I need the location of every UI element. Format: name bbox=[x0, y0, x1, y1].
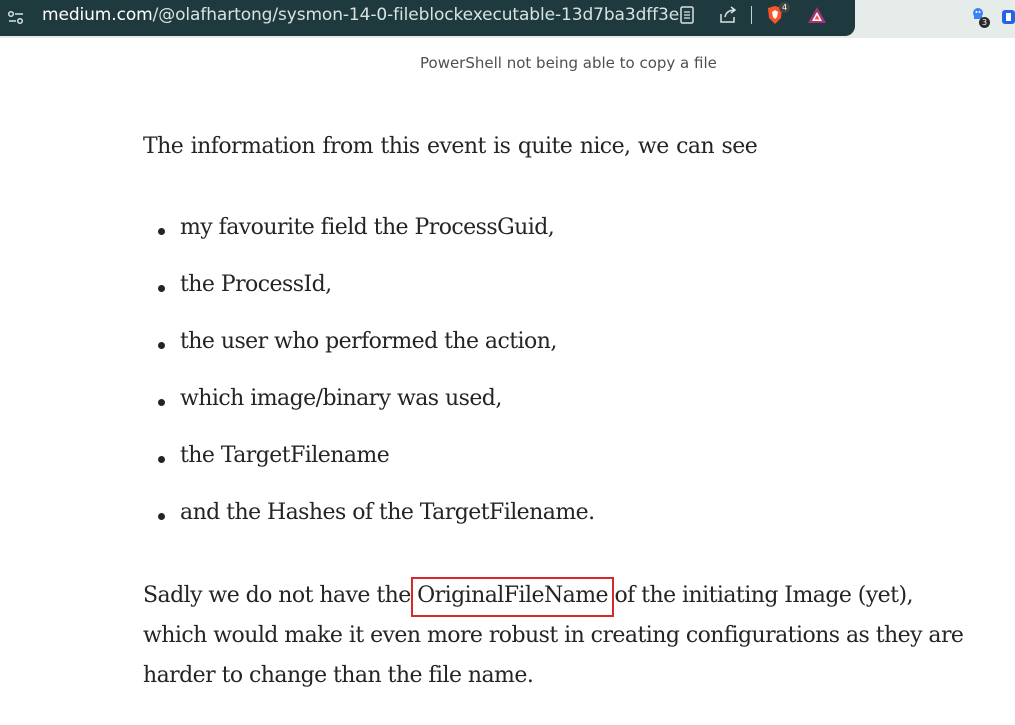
toolbar-separator bbox=[751, 6, 752, 24]
list-item: which image/binary was used, bbox=[180, 386, 502, 411]
site-info-icon[interactable] bbox=[7, 9, 25, 27]
bullet-dot bbox=[158, 513, 165, 520]
address-bar[interactable]: medium.com/@olafhartong/sysmon-14-0-file… bbox=[0, 0, 855, 36]
closing-line-2: which would make it even more robust in … bbox=[143, 623, 964, 648]
intro-paragraph: The information from this event is quite… bbox=[143, 134, 758, 159]
closing-prefix: Sadly we do not have the bbox=[143, 583, 418, 608]
closing-line-3: harder to change than the file name. bbox=[143, 663, 534, 688]
bullet-dot bbox=[158, 456, 165, 463]
reader-mode-icon[interactable] bbox=[676, 4, 698, 26]
bullet-dot bbox=[158, 342, 165, 349]
bullet-dot bbox=[158, 399, 165, 406]
url-text[interactable]: medium.com/@olafhartong/sysmon-14-0-file… bbox=[42, 3, 679, 27]
bullet-dot bbox=[158, 228, 165, 235]
browser-toolbar: medium.com/@olafhartong/sysmon-14-0-file… bbox=[0, 0, 1015, 38]
url-path: /@olafhartong/sysmon-14-0-fileblockexecu… bbox=[152, 5, 680, 25]
bullet-dot bbox=[158, 285, 165, 292]
list-item: the user who performed the action, bbox=[180, 329, 557, 354]
list-item: the TargetFilename bbox=[180, 443, 390, 468]
list-item: the ProcessId, bbox=[180, 272, 332, 297]
extension-icon-2[interactable] bbox=[999, 4, 1015, 30]
share-icon[interactable] bbox=[717, 4, 739, 26]
image-caption: PowerShell not being able to copy a file bbox=[420, 54, 717, 72]
list-item: and the Hashes of the TargetFilename. bbox=[180, 500, 595, 525]
list-item: my favourite field the ProcessGuid, bbox=[180, 215, 555, 240]
url-host: medium.com bbox=[42, 5, 153, 25]
highlight-annotation-box bbox=[411, 577, 614, 617]
shields-count-badge: 4 bbox=[779, 2, 791, 13]
extension-count-badge: 3 bbox=[979, 17, 991, 28]
brave-rewards-icon[interactable] bbox=[806, 4, 828, 26]
closing-suffix: of the initiating Image (yet), bbox=[608, 583, 913, 608]
